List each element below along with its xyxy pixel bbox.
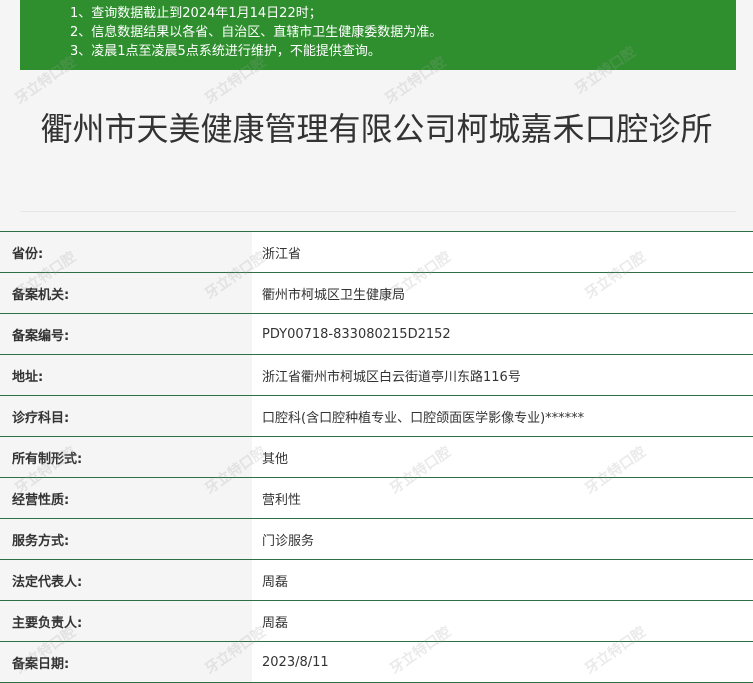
row-value: 营利性 (252, 478, 753, 518)
row-label: 经营性质: (0, 478, 252, 518)
row-value: 其他 (252, 437, 753, 477)
table-row: 所有制形式: 其他 (0, 437, 753, 478)
row-label: 法定代表人: (0, 560, 252, 600)
row-label: 服务方式: (0, 519, 252, 559)
row-label: 诊疗科目: (0, 396, 252, 436)
row-value: PDY00718-833080215D2152 (252, 314, 753, 354)
info-table: 省份: 浙江省 备案机关: 衢州市柯城区卫生健康局 备案编号: PDY00718… (0, 231, 753, 683)
row-value: 2023/8/11 (252, 642, 753, 682)
table-row: 主要负责人: 周磊 (0, 601, 753, 642)
notice-line: 1、查询数据截止到2024年1月14日22时； (70, 6, 322, 21)
notice-banner: 1、查询数据截止到2024年1月14日22时； 2、信息数据结果以各省、自治区、… (20, 0, 736, 70)
table-row: 诊疗科目: 口腔科(含口腔种植专业、口腔颌面医学影像专业)****** (0, 396, 753, 437)
row-value: 周磊 (252, 601, 753, 641)
row-label: 备案机关: (0, 273, 252, 313)
table-row: 备案日期: 2023/8/11 (0, 642, 753, 683)
table-row: 服务方式: 门诊服务 (0, 519, 753, 560)
row-value: 门诊服务 (252, 519, 753, 559)
row-value: 口腔科(含口腔种植专业、口腔颌面医学影像专业)****** (252, 396, 753, 436)
table-row: 法定代表人: 周磊 (0, 560, 753, 601)
page-title: 衢州市天美健康管理有限公司柯城嘉禾口腔诊所 (40, 110, 713, 148)
row-label: 省份: (0, 232, 252, 272)
table-row: 地址: 浙江省衢州市柯城区白云街道亭川东路116号 (0, 355, 753, 396)
row-value: 浙江省 (252, 232, 753, 272)
row-label: 备案编号: (0, 314, 252, 354)
table-row: 备案机关: 衢州市柯城区卫生健康局 (0, 273, 753, 314)
notice-line: 2、信息数据结果以各省、自治区、直辖市卫生健康委数据为准。 (70, 25, 443, 40)
row-value: 衢州市柯城区卫生健康局 (252, 273, 753, 313)
notice-line: 3、凌晨1点至凌晨5点系统进行维护，不能提供查询。 (70, 44, 381, 59)
table-row: 省份: 浙江省 (0, 232, 753, 273)
table-row: 备案编号: PDY00718-833080215D2152 (0, 314, 753, 355)
row-label: 备案日期: (0, 642, 252, 682)
title-divider (20, 211, 736, 212)
row-value: 浙江省衢州市柯城区白云街道亭川东路116号 (252, 355, 753, 395)
row-label: 所有制形式: (0, 437, 252, 477)
table-row: 经营性质: 营利性 (0, 478, 753, 519)
row-value: 周磊 (252, 560, 753, 600)
row-label: 地址: (0, 355, 252, 395)
row-label: 主要负责人: (0, 601, 252, 641)
